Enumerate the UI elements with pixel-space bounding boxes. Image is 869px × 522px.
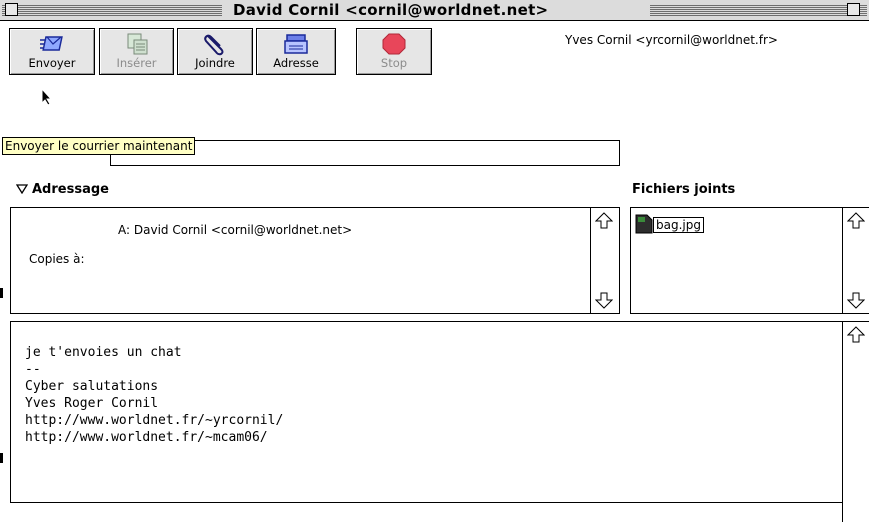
send-tooltip: Envoyer le courrier maintenant: [2, 137, 196, 155]
to-value[interactable]: David Cornil <cornil@worldnet.net>: [134, 223, 352, 237]
attachment-item[interactable]: bag.jpg: [635, 214, 704, 234]
scroll-down-arrow-icon[interactable]: [595, 291, 613, 309]
attachment-filename[interactable]: bag.jpg: [653, 217, 704, 233]
mouse-cursor-icon: [41, 88, 53, 106]
insert-button[interactable]: Insérer: [99, 28, 174, 75]
jpeg-file-icon: [635, 214, 653, 234]
paperclip-icon: [204, 34, 224, 56]
attachments-header: Fichiers joints: [632, 182, 736, 197]
attachments-scrollbar[interactable]: [842, 208, 869, 313]
address-button-label: Adresse: [273, 56, 319, 70]
message-body-text[interactable]: je t'envoies un chat -- Cyber salutation…: [25, 344, 283, 446]
addressing-scrollbar[interactable]: [590, 208, 619, 313]
addressing-header[interactable]: Adressage: [15, 182, 109, 197]
scroll-up-arrow-icon[interactable]: [847, 326, 865, 344]
attachments-panel[interactable]: bag.jpg: [630, 207, 869, 314]
left-edge-mark: [0, 288, 3, 298]
to-row[interactable]: A: David Cornil <cornil@worldnet.net>: [118, 223, 352, 237]
cc-label[interactable]: Copies à:: [29, 252, 85, 266]
send-button[interactable]: Envoyer: [9, 28, 95, 75]
address-book-icon: [284, 34, 308, 54]
window-title: David Cornil <cornil@worldnet.net>: [227, 1, 555, 19]
message-body-panel[interactable]: je t'envoies un chat -- Cyber salutation…: [10, 321, 869, 522]
attach-button[interactable]: Joindre: [177, 28, 253, 75]
scroll-up-arrow-icon[interactable]: [595, 212, 613, 230]
to-label: A:: [118, 223, 131, 237]
sender-address: Yves Cornil <yrcornil@worldnet.fr>: [565, 33, 778, 47]
title-bar[interactable]: David Cornil <cornil@worldnet.net>: [0, 0, 869, 21]
attach-button-label: Joindre: [195, 56, 235, 70]
stop-button-label: Stop: [380, 56, 408, 70]
stop-sign-icon: [382, 33, 406, 55]
insert-document-icon: [127, 33, 147, 55]
disclosure-triangle-icon[interactable]: [15, 184, 29, 195]
zoom-box-icon[interactable]: [847, 3, 860, 16]
stop-button[interactable]: Stop: [356, 28, 432, 75]
scroll-down-arrow-icon[interactable]: [847, 291, 865, 309]
envelope-send-icon: [40, 36, 63, 51]
address-button[interactable]: Adresse: [256, 28, 336, 75]
body-scrollbar[interactable]: [842, 322, 869, 522]
addressing-header-label: Adressage: [32, 182, 109, 197]
insert-button-label: Insérer: [116, 56, 157, 70]
send-button-label: Envoyer: [28, 56, 76, 70]
close-box-icon[interactable]: [5, 3, 18, 16]
left-edge-mark: [0, 453, 3, 463]
addressing-panel[interactable]: A: David Cornil <cornil@worldnet.net> Co…: [10, 207, 620, 314]
scroll-up-arrow-icon[interactable]: [847, 212, 865, 230]
